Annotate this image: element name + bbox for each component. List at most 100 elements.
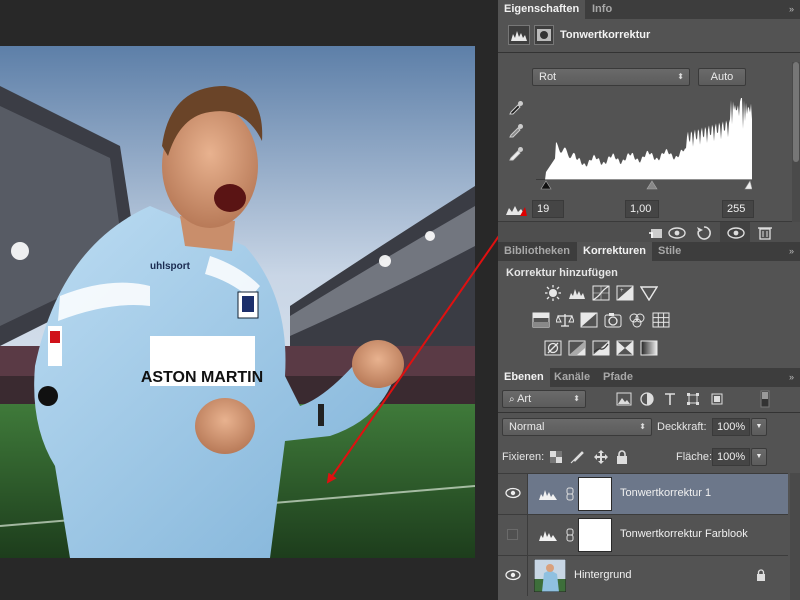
tab-ebenen[interactable]: Ebenen xyxy=(498,368,550,387)
layer-visibility-toggle[interactable] xyxy=(498,556,528,596)
properties-panel: Eigenschaften Info » Tonwertkorrektur Ro… xyxy=(498,0,800,242)
levels-icon[interactable] xyxy=(568,285,586,301)
trash-icon[interactable] xyxy=(758,225,772,240)
chain-link-icon[interactable] xyxy=(566,528,574,542)
updown-caret-icon: ⬍ xyxy=(639,422,646,431)
layer-name[interactable]: Tonwertkorrektur 1 xyxy=(620,487,711,499)
clipping-warning-icon[interactable] xyxy=(505,203,527,217)
panel-menu-icon[interactable]: » xyxy=(780,372,794,383)
eye-icon xyxy=(505,569,521,581)
layer-row-tonwertkorrektur-1[interactable]: Tonwertkorrektur 1 xyxy=(498,473,788,514)
updown-caret-icon: ⬍ xyxy=(677,72,684,81)
chain-link-icon[interactable] xyxy=(566,487,574,501)
tab-eigenschaften[interactable]: Eigenschaften xyxy=(498,0,586,19)
search-icon: ⌕ xyxy=(509,394,515,405)
gamma-field[interactable]: 1,00 xyxy=(625,200,659,218)
exposure-icon[interactable]: + xyxy=(616,285,634,301)
channel-dropdown[interactable]: Rot ⬍ xyxy=(532,68,690,86)
layer-name[interactable]: Tonwertkorrektur Farblook xyxy=(620,528,748,540)
curves-icon[interactable] xyxy=(592,285,610,301)
filter-shape-layer-icon[interactable] xyxy=(686,392,700,406)
white-point-handle[interactable] xyxy=(744,180,753,190)
blend-mode-dropdown[interactable]: Normal ⬍ xyxy=(502,418,652,436)
panel-menu-icon[interactable]: » xyxy=(780,4,794,15)
fill-field[interactable]: 100% xyxy=(712,448,750,466)
black-point-handle[interactable] xyxy=(540,180,552,190)
lock-position-icon[interactable] xyxy=(594,450,608,464)
layer-row-tonwertkorrektur-farblook[interactable]: Tonwertkorrektur Farblook xyxy=(498,514,788,555)
scrollbar-thumb[interactable] xyxy=(793,62,799,162)
tab-bibliotheken[interactable]: Bibliotheken xyxy=(498,242,576,261)
levels-adjustment-icon xyxy=(539,531,557,541)
lock-image-pixels-icon[interactable] xyxy=(570,450,584,464)
tab-pfade[interactable]: Pfade xyxy=(597,368,639,387)
selective-color-icon[interactable] xyxy=(616,340,634,356)
properties-footer xyxy=(498,221,800,242)
layer-mask-thumbnail[interactable] xyxy=(578,477,612,511)
input-black-field[interactable]: 19 xyxy=(532,200,564,218)
vibrance-icon[interactable] xyxy=(640,285,658,301)
photo-filter-icon[interactable] xyxy=(604,312,622,328)
tab-korrekturen[interactable]: Korrekturen xyxy=(577,242,652,261)
properties-tabbar: Eigenschaften Info » xyxy=(498,0,800,19)
color-balance-icon[interactable] xyxy=(556,312,574,328)
layer-mask-icon[interactable] xyxy=(534,25,554,45)
tab-stile[interactable]: Stile xyxy=(652,242,687,261)
gray-eyedropper-icon[interactable] xyxy=(508,122,524,138)
opacity-field[interactable]: 100% xyxy=(712,418,750,436)
brightness-contrast-icon[interactable] xyxy=(544,285,562,301)
properties-scrollbar[interactable] xyxy=(792,62,800,222)
layer-filter-dropdown[interactable]: ⌕ Art ⬍ xyxy=(502,390,586,408)
channel-value: Rot xyxy=(539,71,557,83)
adjustments-tabbar: Bibliotheken Korrekturen Stile » xyxy=(498,242,800,261)
layer-thumbnail[interactable] xyxy=(534,559,566,592)
black-white-icon[interactable] xyxy=(580,312,598,328)
lock-all-icon[interactable] xyxy=(616,450,628,464)
layers-scrollbar[interactable] xyxy=(790,473,800,600)
blend-mode-value: Normal xyxy=(509,421,545,433)
gradient-map-icon[interactable] xyxy=(640,340,658,356)
tab-info[interactable]: Info xyxy=(586,0,618,19)
input-white-field[interactable]: 255 xyxy=(722,200,754,218)
layer-mask-thumbnail[interactable] xyxy=(578,518,612,552)
layer-visibility-toggle[interactable] xyxy=(498,515,528,555)
posterize-icon[interactable] xyxy=(568,340,586,356)
lock-transparent-pixels-icon[interactable] xyxy=(550,451,562,463)
photo-football-player[interactable]: ASTON MARTIN uhlsport xyxy=(0,46,475,558)
input-levels-slider[interactable] xyxy=(536,180,753,192)
filter-toggle-switch[interactable] xyxy=(760,390,770,408)
hue-saturation-icon[interactable] xyxy=(532,312,550,328)
panel-menu-icon[interactable]: » xyxy=(780,246,794,257)
auto-button[interactable]: Auto xyxy=(698,68,746,86)
layer-visibility-toggle[interactable] xyxy=(498,474,528,514)
reset-icon[interactable] xyxy=(696,225,712,241)
invert-icon[interactable] xyxy=(544,340,562,356)
visibility-eye-icon[interactable] xyxy=(727,226,745,240)
filter-pixel-layer-icon[interactable] xyxy=(616,392,632,406)
layer-name[interactable]: Hintergrund xyxy=(574,569,631,581)
opacity-dropdown-button[interactable]: ▼ xyxy=(751,418,767,436)
channel-mixer-icon[interactable] xyxy=(628,312,646,328)
filter-adjustment-layer-icon[interactable] xyxy=(640,392,654,406)
sponsor-text: ASTON MARTIN xyxy=(141,369,263,386)
eye-icon xyxy=(505,487,521,499)
filter-smart-object-icon[interactable] xyxy=(710,392,724,406)
fill-dropdown-button[interactable]: ▼ xyxy=(751,448,767,466)
threshold-icon[interactable] xyxy=(592,340,610,356)
tab-kanaele[interactable]: Kanäle xyxy=(548,368,596,387)
lock-label: Fixieren: xyxy=(502,451,545,463)
color-lookup-icon[interactable] xyxy=(652,312,670,328)
photo-artwork: ASTON MARTIN uhlsport xyxy=(0,46,475,558)
clip-to-layer-icon[interactable] xyxy=(648,226,664,240)
gamma-handle[interactable] xyxy=(646,180,658,190)
layer-row-hintergrund[interactable]: Hintergrund xyxy=(498,555,788,596)
black-eyedropper-icon[interactable] xyxy=(508,99,524,115)
properties-title: Tonwertkorrektur xyxy=(560,29,651,41)
document-canvas[interactable]: ASTON MARTIN uhlsport xyxy=(0,0,554,600)
filter-type-layer-icon[interactable] xyxy=(664,392,676,406)
white-eyedropper-icon[interactable] xyxy=(508,145,524,161)
svg-text:+: + xyxy=(620,288,624,294)
view-previous-state-icon[interactable] xyxy=(668,226,688,240)
layers-tabbar: Ebenen Kanäle Pfade » xyxy=(498,368,800,387)
levels-adjustment-icon xyxy=(539,490,557,500)
